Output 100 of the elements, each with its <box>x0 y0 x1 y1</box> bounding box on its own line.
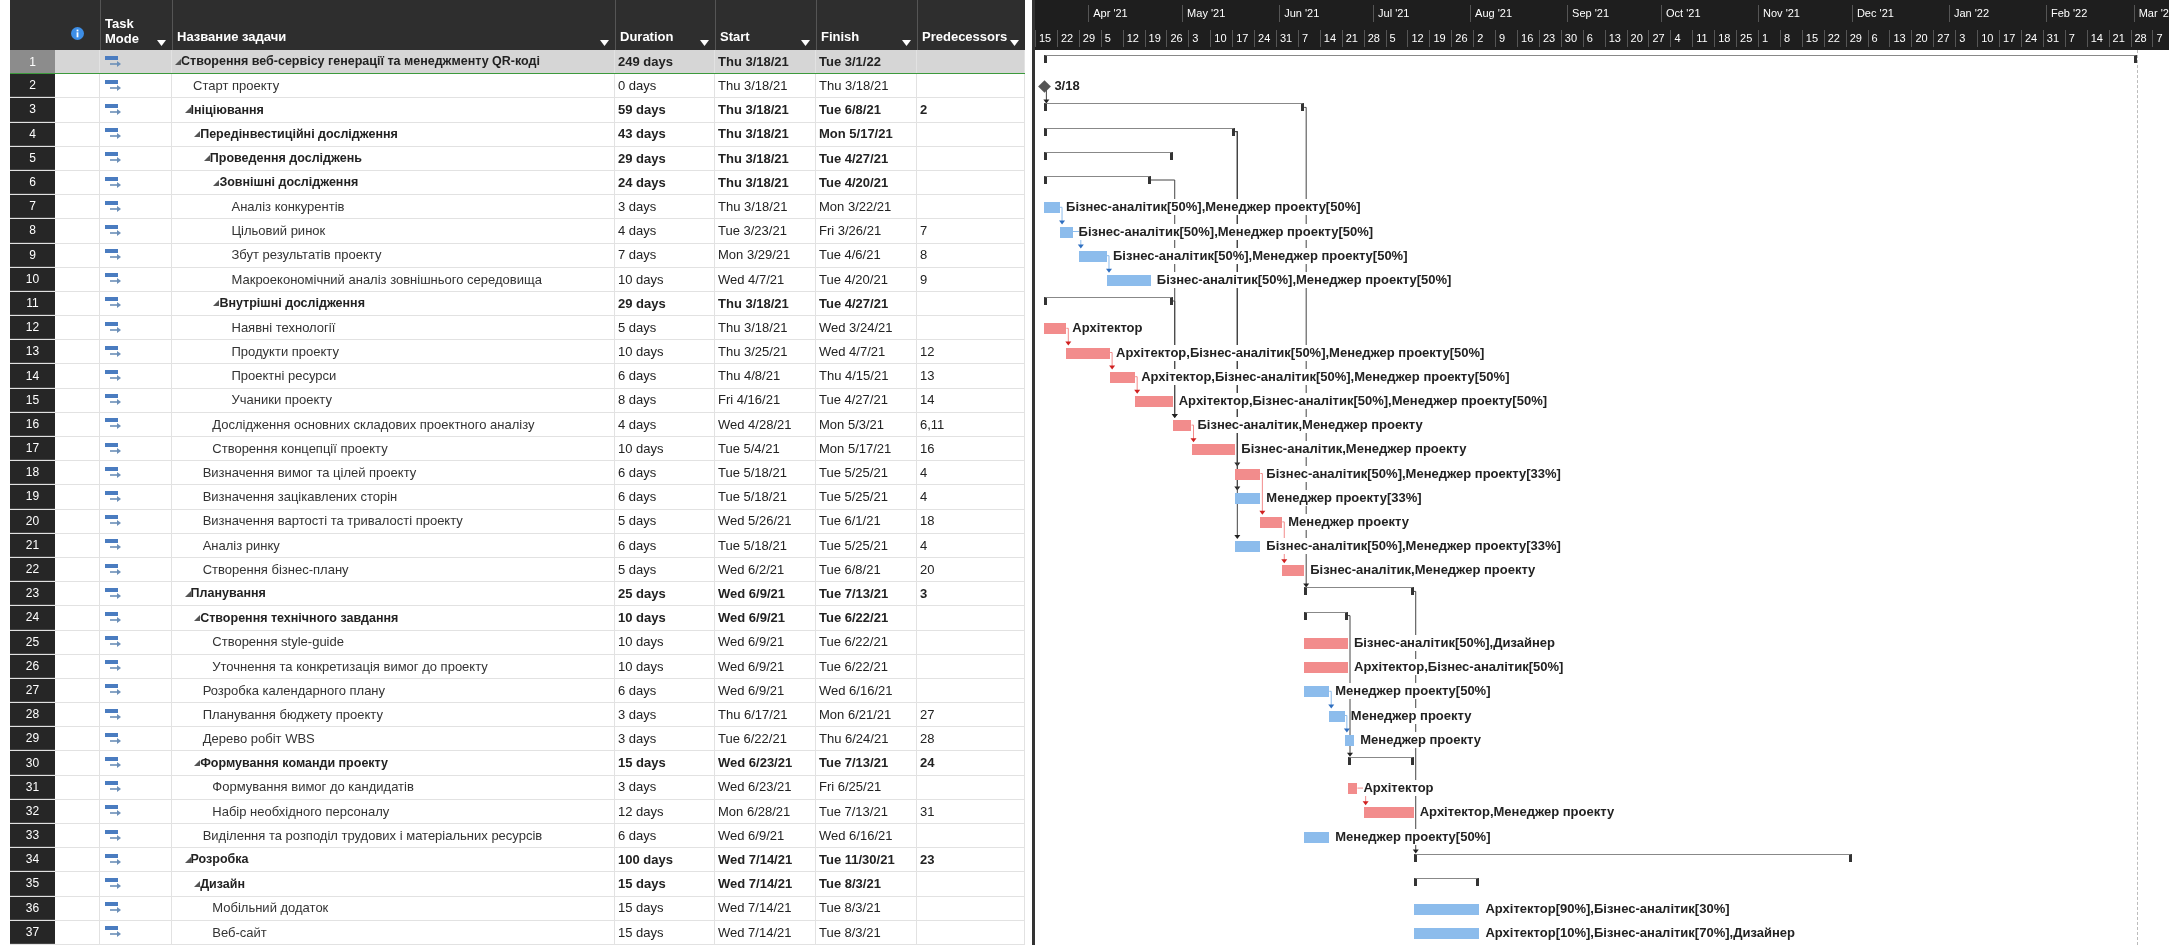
task-row[interactable]: 34 Розробка 100 days Wed 7/14/21 Tue 11/30/21 23 <box>10 848 1025 873</box>
task-row[interactable]: 11 Внутрішні дослідження 29 days Thu 3/18/21 Tue 4/27/21 <box>10 291 1025 317</box>
summary-bar <box>1304 611 1348 620</box>
task-row[interactable]: 1 Створення веб-сервісу генерації та менеджменту QR-коді 249 days Thu 3/18/21 Tue 3/1/22 <box>10 50 1025 75</box>
task-row[interactable]: 35 Дизайн 15 days Wed 7/14/21 Tue 8/3/21 <box>10 872 1025 897</box>
column-header[interactable]: Task Mode <box>105 16 145 46</box>
table-cell-text: Thu 3/25/21 <box>718 343 788 362</box>
task-row[interactable]: 6 Зовнішні дослідження 24 days Thu 3/18/21 Tue 4/20/21 <box>10 170 1025 196</box>
month-label: Oct '21 <box>1661 5 1701 22</box>
task-row[interactable]: 10 Макроекономічний аналіз зовнішнього середовища 10 days Wed 4/7/21 Tue 4/20/21 9 <box>10 267 1025 292</box>
collapse-icon[interactable] <box>194 880 201 887</box>
collapse-icon[interactable] <box>213 300 220 307</box>
task-name: Дослідження основних складових проектного аналізу <box>212 415 535 434</box>
dropdown-icon[interactable] <box>600 40 609 46</box>
task-row[interactable]: 24 Створення технічного завдання 10 days Wed 6/9/21 Tue 6/22/21 <box>10 606 1025 631</box>
table-cell-text: 4 days <box>618 415 657 434</box>
task-row[interactable]: 26 Уточнення та конкретизація вимог до проекту 10 days Wed 6/9/21 Tue 6/22/21 <box>10 654 1025 679</box>
task-row[interactable]: 33 Виділення та розподіл трудових і матеріальних ресурсів 6 days Wed 6/9/21 Wed 6/16/21 <box>10 824 1025 849</box>
collapse-icon[interactable] <box>194 614 201 621</box>
task-row[interactable]: 5 Проведення досліджень 29 days Thu 3/18/21 Tue 4/27/21 <box>10 146 1025 171</box>
task-row[interactable]: 22 Створення бізнес-плану 5 days Wed 6/2/21 Tue 6/8/21 20 <box>10 557 1025 583</box>
week-label: 7 <box>1297 30 1309 47</box>
column-header[interactable]: Predecessors <box>922 26 1008 46</box>
week-label: 22 <box>1056 30 1074 47</box>
task-name: Продукти проекту <box>231 343 339 362</box>
task-row[interactable]: 7 Аналіз конкурентів 3 days Thu 3/18/21 Mon 3/22/21 <box>10 195 1025 220</box>
task-name: Визначення вартості та тривалості проекту <box>202 512 463 531</box>
dropdown-icon[interactable] <box>902 40 911 46</box>
task-row[interactable]: 28 Планування бюджету проекту 3 days Thu 6/17/21 Mon 6/21/21 27 <box>10 703 1025 728</box>
task-mode-icon <box>105 224 123 237</box>
task-row[interactable]: 3 Ініціювання 59 days Thu 3/18/21 Tue 6/8/21 2 <box>10 98 1025 123</box>
collapse-icon[interactable] <box>203 155 210 162</box>
table-cell-text: 28 <box>920 730 935 749</box>
table-cell-text: 43 days <box>618 125 666 144</box>
task-row[interactable]: 15 Учаники проекту 8 days Fri 4/16/21 Tue 4/27/21 14 <box>10 388 1025 413</box>
task-row[interactable]: 17 Створення концепції проекту 10 days Tue 5/4/21 Mon 5/17/21 16 <box>10 437 1025 462</box>
row-number: 34 <box>10 848 55 872</box>
row-number: 28 <box>10 703 55 727</box>
table-cell-text: 8 <box>920 246 928 265</box>
task-mode-icon <box>105 490 123 503</box>
task-row[interactable]: 23 Планування 25 days Wed 6/9/21 Tue 7/13/21 3 <box>10 582 1025 607</box>
table-cell-text: 10 days <box>618 439 664 458</box>
collapse-icon[interactable] <box>184 856 191 863</box>
collapse-icon[interactable] <box>184 590 191 597</box>
collapse-icon[interactable] <box>184 106 191 113</box>
week-label: 31 <box>2042 30 2060 47</box>
task-row[interactable]: 27 Розробка календарного плану 6 days Wed 6/9/21 Wed 6/16/21 <box>10 678 1025 704</box>
bar-label: Менеджер проекту[50%] <box>1335 828 1491 845</box>
task-row[interactable]: 4 Передінвестиційні дослідження 43 days Thu 3/18/21 Mon 5/17/21 <box>10 122 1025 147</box>
task-row[interactable]: 32 Набір необхідного персоналу 12 days Mon 6/28/21 Tue 7/13/21 31 <box>10 799 1025 824</box>
task-row[interactable]: 29 Дерево робіт WBS 3 days Tue 6/22/21 Thu 6/24/21 28 <box>10 727 1025 752</box>
task-row[interactable]: 2 Старт проекту 0 days Thu 3/18/21 Thu 3/18/21 <box>10 74 1025 99</box>
week-label: 27 <box>1648 30 1665 47</box>
week-label: 3 <box>1955 30 1966 47</box>
table-cell-text: Tue 6/22/21 <box>819 609 889 628</box>
column-header[interactable]: Start <box>720 26 750 46</box>
task-row[interactable]: 9 Збут результатів проекту 7 days Mon 3/29/21 Tue 4/6/21 8 <box>10 243 1025 268</box>
task-row[interactable]: 12 Наявні технології 5 days Thu 3/18/21 Wed 3/24/21 <box>10 316 1025 341</box>
task-mode-icon <box>105 249 123 262</box>
column-header[interactable]: Duration <box>620 26 674 46</box>
week-label: 20 <box>1911 30 1928 47</box>
task-row[interactable]: 14 Проектні ресурси 6 days Thu 4/8/21 Thu 4/15/21 13 <box>10 364 1025 389</box>
task-row[interactable]: 8 Цільовий ринок 4 days Tue 3/23/21 Fri 3/26/21 7 <box>10 219 1025 244</box>
task-row[interactable]: 18 Визначення вимог та цілей проекту 6 days Tue 5/18/21 Tue 5/25/21 4 <box>10 461 1025 486</box>
week-label: 31 <box>1276 30 1293 47</box>
table-cell-text: Thu 6/24/21 <box>819 730 889 749</box>
column-header[interactable]: Название задачи <box>177 26 287 46</box>
table-cell-text: 27 <box>920 705 935 724</box>
dropdown-icon[interactable] <box>157 40 166 46</box>
column-header[interactable]: Finish <box>821 26 860 46</box>
task-row[interactable]: 20 Визначення вартості та тривалості проекту 5 days Wed 5/26/21 Tue 6/1/21 18 <box>10 509 1025 534</box>
table-cell-text: Thu 3/18/21 <box>718 52 789 71</box>
task-row[interactable]: 19 Визначення зацікавлених сторін 6 days Tue 5/18/21 Tue 5/25/21 4 <box>10 485 1025 510</box>
dropdown-icon[interactable] <box>801 40 810 46</box>
week-label: 28 <box>1363 30 1380 47</box>
task-row[interactable]: 37 Веб-сайт 15 days Wed 7/14/21 Tue 8/3/21 <box>10 920 1025 945</box>
week-label: 9 <box>1495 30 1506 47</box>
dropdown-icon[interactable] <box>700 40 709 46</box>
table-cell-text: 7 days <box>618 246 657 265</box>
task-mode-icon <box>105 829 123 842</box>
task-row[interactable]: 13 Продукти проекту 10 days Thu 3/25/21 Wed 4/7/21 12 <box>10 340 1025 365</box>
collapse-icon[interactable] <box>175 58 181 65</box>
table-cell-text: Tue 8/3/21 <box>819 923 881 942</box>
dropdown-icon[interactable] <box>1010 40 1019 46</box>
task-row[interactable]: 16 Дослідження основних складових проектного аналізу 4 days Wed 4/28/21 Mon 5/3/21 6,11 <box>10 412 1025 437</box>
task-row[interactable]: 25 Створення style-guide 10 days Wed 6/9/21 Tue 6/22/21 <box>10 630 1025 655</box>
table-cell-text: 2 <box>920 101 928 120</box>
task-mode-icon <box>105 321 123 334</box>
task-row[interactable]: 31 Формування вимог до кандидатів 3 days Wed 6/23/21 Fri 6/25/21 <box>10 775 1025 800</box>
collapse-icon[interactable] <box>194 131 201 138</box>
month-label: Nov '21 <box>1758 5 1800 22</box>
table-cell-text: Thu 3/18/21 <box>718 101 789 120</box>
task-row[interactable]: 21 Аналіз ринку 6 days Tue 5/18/21 Tue 5/25/21 4 <box>10 533 1025 558</box>
month-label: Dec '21 <box>1851 5 1894 22</box>
table-cell-text: 6 days <box>618 367 657 386</box>
collapse-icon[interactable] <box>194 760 201 767</box>
task-row[interactable]: 30 Формування команди проекту 15 days Wed 6/23/21 Tue 7/13/21 24 <box>10 751 1025 776</box>
collapse-icon[interactable] <box>213 179 220 186</box>
task-row[interactable]: 36 Мобільний додаток 15 days Wed 7/14/21 Tue 8/3/21 <box>10 896 1025 921</box>
info-icon[interactable] <box>71 27 84 40</box>
